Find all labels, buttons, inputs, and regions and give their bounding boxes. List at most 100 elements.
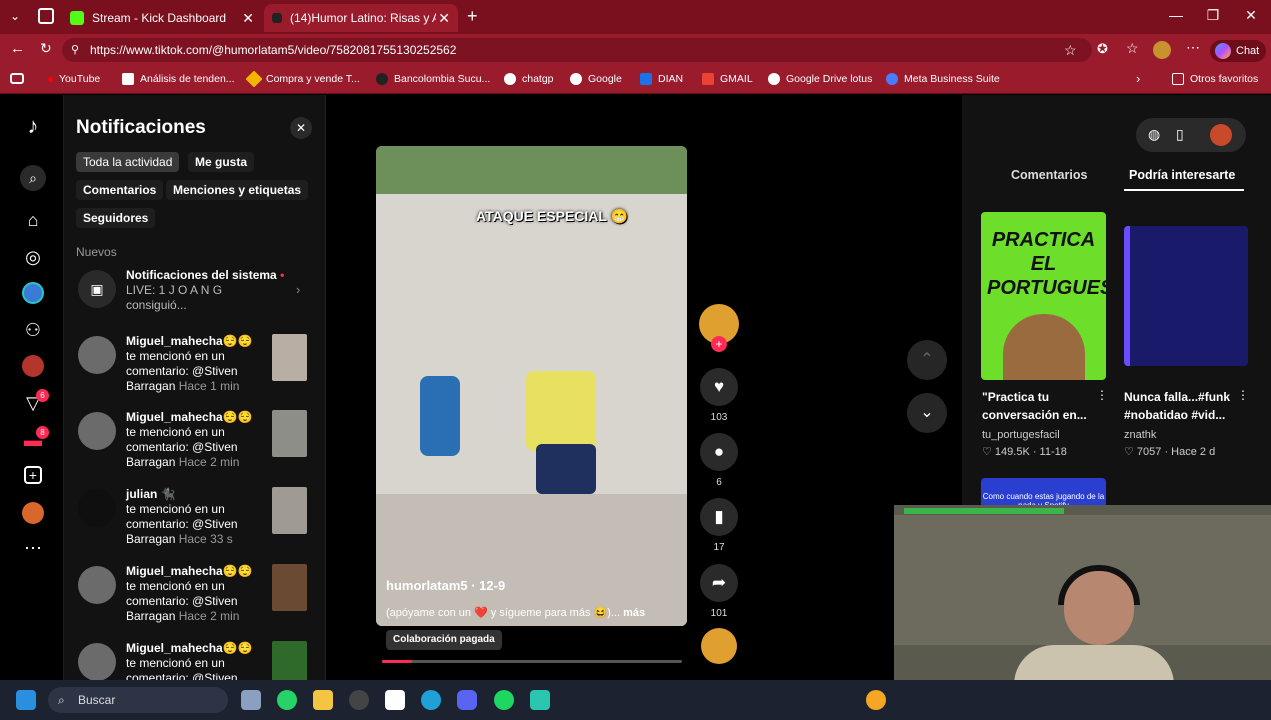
whatsapp-icon[interactable] [277, 690, 297, 710]
more-link[interactable]: más [623, 607, 645, 619]
file-explorer-icon[interactable] [313, 690, 333, 710]
follow-plus-icon[interactable]: + [711, 336, 727, 352]
bookmark-google-drive[interactable]: Google Drive lotus [768, 73, 872, 85]
more-options-icon[interactable]: ⋮ [1096, 388, 1108, 402]
chevron-right-icon[interactable]: › [1136, 71, 1140, 86]
home-icon[interactable]: ⌂ [22, 209, 44, 231]
bookmark-chatgpt[interactable]: chatgp [504, 73, 554, 85]
notification-item-system[interactable]: ▣ Notificaciones del sistema • LIVE: 1 J… [64, 268, 326, 344]
bookmark-youtube[interactable]: YouTube [48, 73, 100, 85]
previous-video-chevron-up-icon[interactable]: ⌃ [907, 340, 947, 380]
filter-comments[interactable]: Comentarios [76, 180, 164, 200]
workspaces-icon[interactable] [38, 8, 54, 24]
explore-compass-icon[interactable]: ◎ [22, 246, 44, 268]
more-options-icon[interactable]: ⋮ [1237, 388, 1249, 402]
site-info-icon[interactable]: ⚲ [71, 38, 79, 62]
filter-all-activity[interactable]: Toda la actividad [76, 152, 180, 172]
restore-icon[interactable]: ❐ [1203, 7, 1223, 24]
video-player[interactable]: ATAQUE ESPECIAL 😁 humorlatam5 · 12-9 (ap… [376, 146, 687, 626]
video-thumbnail[interactable] [272, 410, 307, 457]
recommended-video-title[interactable]: Nunca falla...#funk #nobatidao #vid... [1124, 388, 1248, 424]
bookmark-dian[interactable]: DIAN [640, 73, 683, 85]
device-icon[interactable]: ▯ [1176, 126, 1184, 143]
spotify-icon[interactable] [494, 690, 514, 710]
capcut-alt-icon[interactable] [530, 690, 550, 710]
more-icon[interactable]: ⋯ [22, 537, 44, 559]
minimize-icon[interactable]: — [1166, 7, 1186, 23]
obs-icon[interactable] [349, 690, 369, 710]
capcut-icon[interactable] [385, 690, 405, 710]
extensions-icon[interactable]: ✪ [1097, 41, 1108, 57]
notification-item[interactable]: julian 🐈‍⬛ te mencionó en un comentario:… [64, 487, 326, 563]
copilot-chat-button[interactable]: Chat [1210, 40, 1266, 62]
refresh-icon[interactable]: ↻ [40, 40, 52, 57]
video-thumbnail[interactable] [272, 641, 307, 680]
bookmark-compra-vende[interactable]: Compra y vende T... [245, 70, 360, 88]
comment-action[interactable]: ● 6 [699, 433, 739, 488]
bookmark-meta-business[interactable]: Meta Business Suite [886, 73, 1000, 85]
recommended-video-thumbnail[interactable]: PRACTICA EL PORTUGUES [981, 212, 1106, 380]
recommended-video-thumbnail[interactable]: Como cuando estas jugando de la nada y S… [981, 478, 1106, 508]
notification-user[interactable]: Miguel_mahecha😌😌 [126, 641, 253, 655]
bookmark-icon[interactable]: ▮ [700, 498, 738, 536]
upload-icon[interactable]: + [24, 466, 42, 484]
share-icon[interactable]: ➦ [700, 564, 738, 602]
filter-likes[interactable]: Me gusta [188, 152, 255, 172]
avatar[interactable] [78, 643, 116, 680]
tab-actions-chevron-icon[interactable]: ⌄ [10, 9, 20, 23]
avatar[interactable] [78, 336, 116, 374]
video-thumbnail[interactable] [272, 564, 307, 611]
notification-item[interactable]: Miguel_mahecha😌😌 te mencionó en un comen… [64, 641, 326, 680]
video-thumbnail[interactable] [272, 334, 307, 381]
profile-avatar[interactable] [1153, 41, 1171, 59]
heart-icon[interactable]: ♥ [700, 368, 738, 406]
search-icon[interactable]: ⌕ [20, 165, 46, 191]
more-menu-icon[interactable]: ⋯ [1186, 39, 1200, 56]
avatar[interactable] [78, 566, 116, 604]
avatar[interactable] [78, 489, 116, 527]
paid-collaboration-badge[interactable]: Colaboración pagada [386, 630, 502, 650]
tab-kick-dashboard[interactable]: Stream - Kick Dashboard ✕ [62, 4, 262, 32]
live-avatar[interactable] [22, 282, 44, 304]
close-tab-icon[interactable]: ✕ [242, 10, 254, 27]
close-icon[interactable]: ✕ [290, 117, 312, 139]
profile-avatar[interactable] [22, 502, 44, 524]
discord-icon[interactable] [457, 690, 477, 710]
new-tab-icon[interactable]: + [467, 6, 478, 27]
save-action[interactable]: ▮ 17 [699, 498, 739, 553]
filter-followers[interactable]: Seguidores [76, 208, 156, 228]
bookmark-google[interactable]: Google [570, 73, 622, 85]
notification-user[interactable]: julian 🐈‍⬛ [126, 487, 176, 501]
notification-user[interactable]: Miguel_mahecha😌😌 [126, 334, 253, 348]
share-action[interactable]: ➦ 101 [699, 564, 739, 619]
tab-you-may-like[interactable]: Podría interesarte [1129, 168, 1235, 182]
notification-item[interactable]: Miguel_mahecha😌😌 te mencionó en un comen… [64, 564, 326, 640]
tab-comments[interactable]: Comentarios [1011, 168, 1087, 182]
back-icon[interactable]: ← [10, 40, 25, 57]
recommended-video-author[interactable]: tu_portugesfacil [982, 429, 1060, 441]
taskbar-search[interactable]: ⌕ Buscar [48, 687, 228, 713]
bookmark-bancolombia[interactable]: Bancolombia Sucu... [376, 73, 490, 85]
sound-disc-avatar[interactable] [701, 628, 737, 664]
recommended-video-title[interactable]: "Practica tu conversación en... [982, 388, 1106, 424]
close-window-icon[interactable]: ✕ [1241, 7, 1261, 24]
chevron-right-icon[interactable]: › [296, 282, 300, 297]
bookmark-gmail[interactable]: GMAIL [702, 73, 753, 85]
coins-icon[interactable]: ◍ [1148, 126, 1160, 143]
profile-avatar[interactable] [1210, 124, 1232, 146]
video-progress-bar[interactable] [382, 660, 682, 663]
bookmark-otros-favoritos[interactable]: Otros favoritos [1172, 73, 1258, 85]
weather-icon[interactable] [866, 690, 886, 710]
collections-icon[interactable] [10, 73, 24, 84]
edge-browser-icon[interactable] [421, 690, 441, 710]
comment-icon[interactable]: ● [700, 433, 738, 471]
windows-start-icon[interactable] [16, 690, 36, 710]
favorites-icon[interactable]: ☆ [1126, 40, 1139, 57]
followed-avatar[interactable] [22, 355, 44, 377]
notification-item[interactable]: Miguel_mahecha😌😌 te mencionó en un comen… [64, 334, 326, 410]
friends-icon[interactable]: ⚇ [22, 319, 44, 341]
task-view-icon[interactable] [241, 690, 261, 710]
notification-user[interactable]: Miguel_mahecha😌😌 [126, 410, 253, 424]
url-field[interactable]: ⚲ https://www.tiktok.com/@humorlatam5/vi… [62, 38, 1092, 62]
tab-tiktok-video[interactable]: (14)Humor Latino: Risas y Ataque ✕ [264, 4, 458, 32]
